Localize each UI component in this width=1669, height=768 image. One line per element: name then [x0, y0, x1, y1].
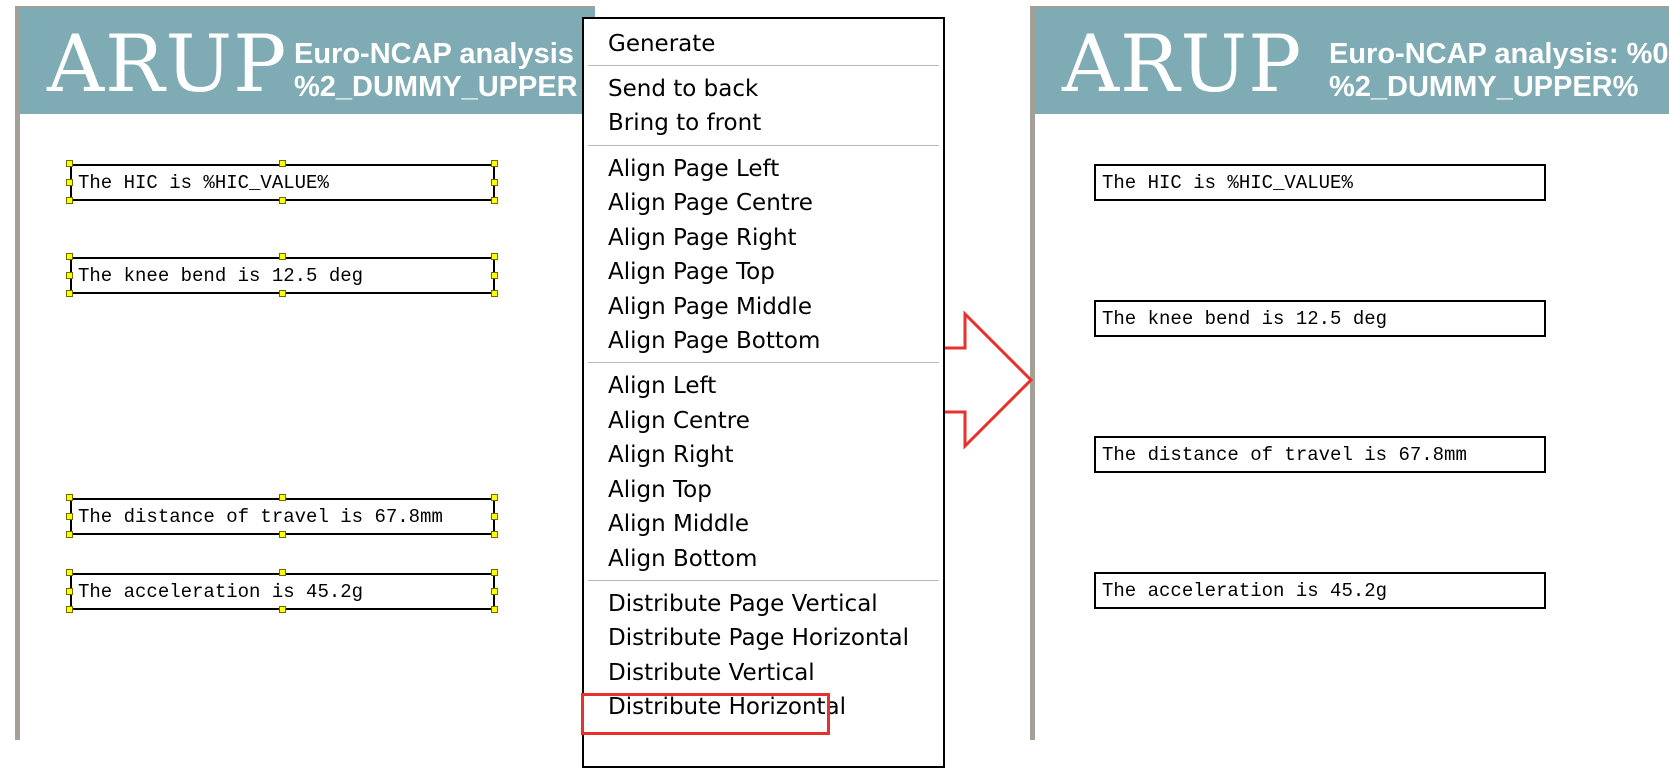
- report-header-banner: ARUP Euro-NCAP analysis %2_DUMMY_UPPER: [20, 8, 595, 114]
- report-title-line1: Euro-NCAP analysis: [294, 38, 574, 70]
- report-page-after: ARUP Euro-NCAP analysis: %0 %2_DUMMY_UPP…: [1030, 6, 1669, 740]
- text-box-knee-bend[interactable]: The knee bend is 12.5 deg: [1094, 300, 1546, 337]
- resize-handle[interactable]: [278, 531, 286, 538]
- resize-handle[interactable]: [66, 587, 73, 595]
- menu-item-bring-to-front[interactable]: Bring to front: [608, 109, 761, 137]
- menu-item-align-right[interactable]: Align Right: [608, 441, 734, 469]
- menu-separator: [588, 65, 939, 66]
- menu-separator: [588, 362, 939, 363]
- text-box-label: The distance of travel is 67.8mm: [1102, 444, 1467, 466]
- menu-separator: [588, 145, 939, 146]
- text-box-hic[interactable]: The HIC is %HIC_VALUE%: [1094, 164, 1546, 201]
- text-box-label: The knee bend is 12.5 deg: [78, 265, 364, 287]
- report-page-before: ARUP Euro-NCAP analysis %2_DUMMY_UPPER T…: [15, 6, 595, 740]
- arup-logo: ARUP: [1062, 18, 1303, 110]
- menu-item-distribute-vertical[interactable]: Distribute Vertical: [608, 659, 815, 687]
- arup-logo: ARUP: [47, 18, 288, 110]
- menu-item-align-page-bottom[interactable]: Align Page Bottom: [608, 327, 820, 355]
- resize-handle[interactable]: [491, 160, 498, 167]
- menu-item-align-page-middle[interactable]: Align Page Middle: [608, 293, 812, 321]
- resize-handle[interactable]: [278, 494, 286, 501]
- text-box-label: The knee bend is 12.5 deg: [1102, 308, 1388, 330]
- resize-handle[interactable]: [278, 290, 286, 297]
- menu-item-align-left[interactable]: Align Left: [608, 372, 716, 400]
- menu-item-align-bottom[interactable]: Align Bottom: [608, 545, 757, 573]
- text-box-distance[interactable]: The distance of travel is 67.8mm: [70, 498, 495, 535]
- resize-handle[interactable]: [491, 512, 498, 520]
- resize-handle[interactable]: [278, 606, 286, 613]
- report-title-line1: Euro-NCAP analysis: %0: [1329, 38, 1669, 70]
- report-title: Euro-NCAP analysis %2_DUMMY_UPPER: [294, 38, 578, 104]
- report-title-line2: %2_DUMMY_UPPER: [294, 71, 578, 103]
- menu-item-align-page-top[interactable]: Align Page Top: [608, 258, 775, 286]
- resize-handle[interactable]: [66, 512, 73, 520]
- resize-handle[interactable]: [491, 569, 498, 576]
- text-box-acceleration[interactable]: The acceleration is 45.2g: [70, 573, 495, 610]
- menu-item-send-to-back[interactable]: Send to back: [608, 75, 758, 103]
- report-header-banner: ARUP Euro-NCAP analysis: %0 %2_DUMMY_UPP…: [1035, 8, 1669, 114]
- highlight-box: [581, 693, 830, 735]
- report-title-line2: %2_DUMMY_UPPER%: [1329, 71, 1639, 103]
- resize-handle[interactable]: [278, 569, 286, 576]
- resize-handle[interactable]: [278, 160, 286, 167]
- resize-handle[interactable]: [491, 271, 498, 279]
- resize-handle[interactable]: [491, 606, 498, 613]
- menu-item-generate[interactable]: Generate: [608, 30, 715, 58]
- resize-handle[interactable]: [66, 197, 73, 204]
- resize-handle[interactable]: [66, 494, 73, 501]
- resize-handle[interactable]: [491, 494, 498, 501]
- resize-handle[interactable]: [66, 569, 73, 576]
- report-title: Euro-NCAP analysis: %0 %2_DUMMY_UPPER%: [1329, 38, 1669, 104]
- menu-item-distribute-page-horizontal[interactable]: Distribute Page Horizontal: [608, 624, 909, 652]
- text-box-label: The distance of travel is 67.8mm: [78, 506, 443, 528]
- menu-item-align-page-left[interactable]: Align Page Left: [608, 155, 779, 183]
- resize-handle[interactable]: [66, 290, 73, 297]
- resize-handle[interactable]: [491, 531, 498, 538]
- resize-handle[interactable]: [66, 271, 73, 279]
- resize-handle[interactable]: [491, 290, 498, 297]
- resize-handle[interactable]: [491, 253, 498, 260]
- resize-handle[interactable]: [278, 197, 286, 204]
- resize-handle[interactable]: [66, 253, 73, 260]
- resize-handle[interactable]: [491, 178, 498, 186]
- menu-item-distribute-page-vertical[interactable]: Distribute Page Vertical: [608, 590, 878, 618]
- menu-item-align-top[interactable]: Align Top: [608, 476, 712, 504]
- resize-handle[interactable]: [66, 160, 73, 167]
- menu-item-align-middle[interactable]: Align Middle: [608, 510, 749, 538]
- text-box-hic[interactable]: The HIC is %HIC_VALUE%: [70, 164, 495, 201]
- text-box-acceleration[interactable]: The acceleration is 45.2g: [1094, 572, 1546, 609]
- menu-item-align-page-centre[interactable]: Align Page Centre: [608, 189, 813, 217]
- text-box-knee-bend[interactable]: The knee bend is 12.5 deg: [70, 257, 495, 294]
- resize-handle[interactable]: [278, 253, 286, 260]
- text-box-distance[interactable]: The distance of travel is 67.8mm: [1094, 436, 1546, 473]
- text-box-label: The acceleration is 45.2g: [78, 581, 364, 603]
- resize-handle[interactable]: [66, 531, 73, 538]
- menu-item-align-page-right[interactable]: Align Page Right: [608, 224, 797, 252]
- menu-separator: [588, 580, 939, 581]
- text-box-label: The acceleration is 45.2g: [1102, 580, 1388, 602]
- resize-handle[interactable]: [66, 606, 73, 613]
- context-menu: Generate Send to back Bring to front Align …: [582, 17, 945, 768]
- menu-item-align-centre[interactable]: Align Centre: [608, 407, 750, 435]
- resize-handle[interactable]: [491, 197, 498, 204]
- resize-handle[interactable]: [66, 178, 73, 186]
- text-box-label: The HIC is %HIC_VALUE%: [78, 172, 329, 194]
- text-box-label: The HIC is %HIC_VALUE%: [1102, 172, 1353, 194]
- resize-handle[interactable]: [491, 587, 498, 595]
